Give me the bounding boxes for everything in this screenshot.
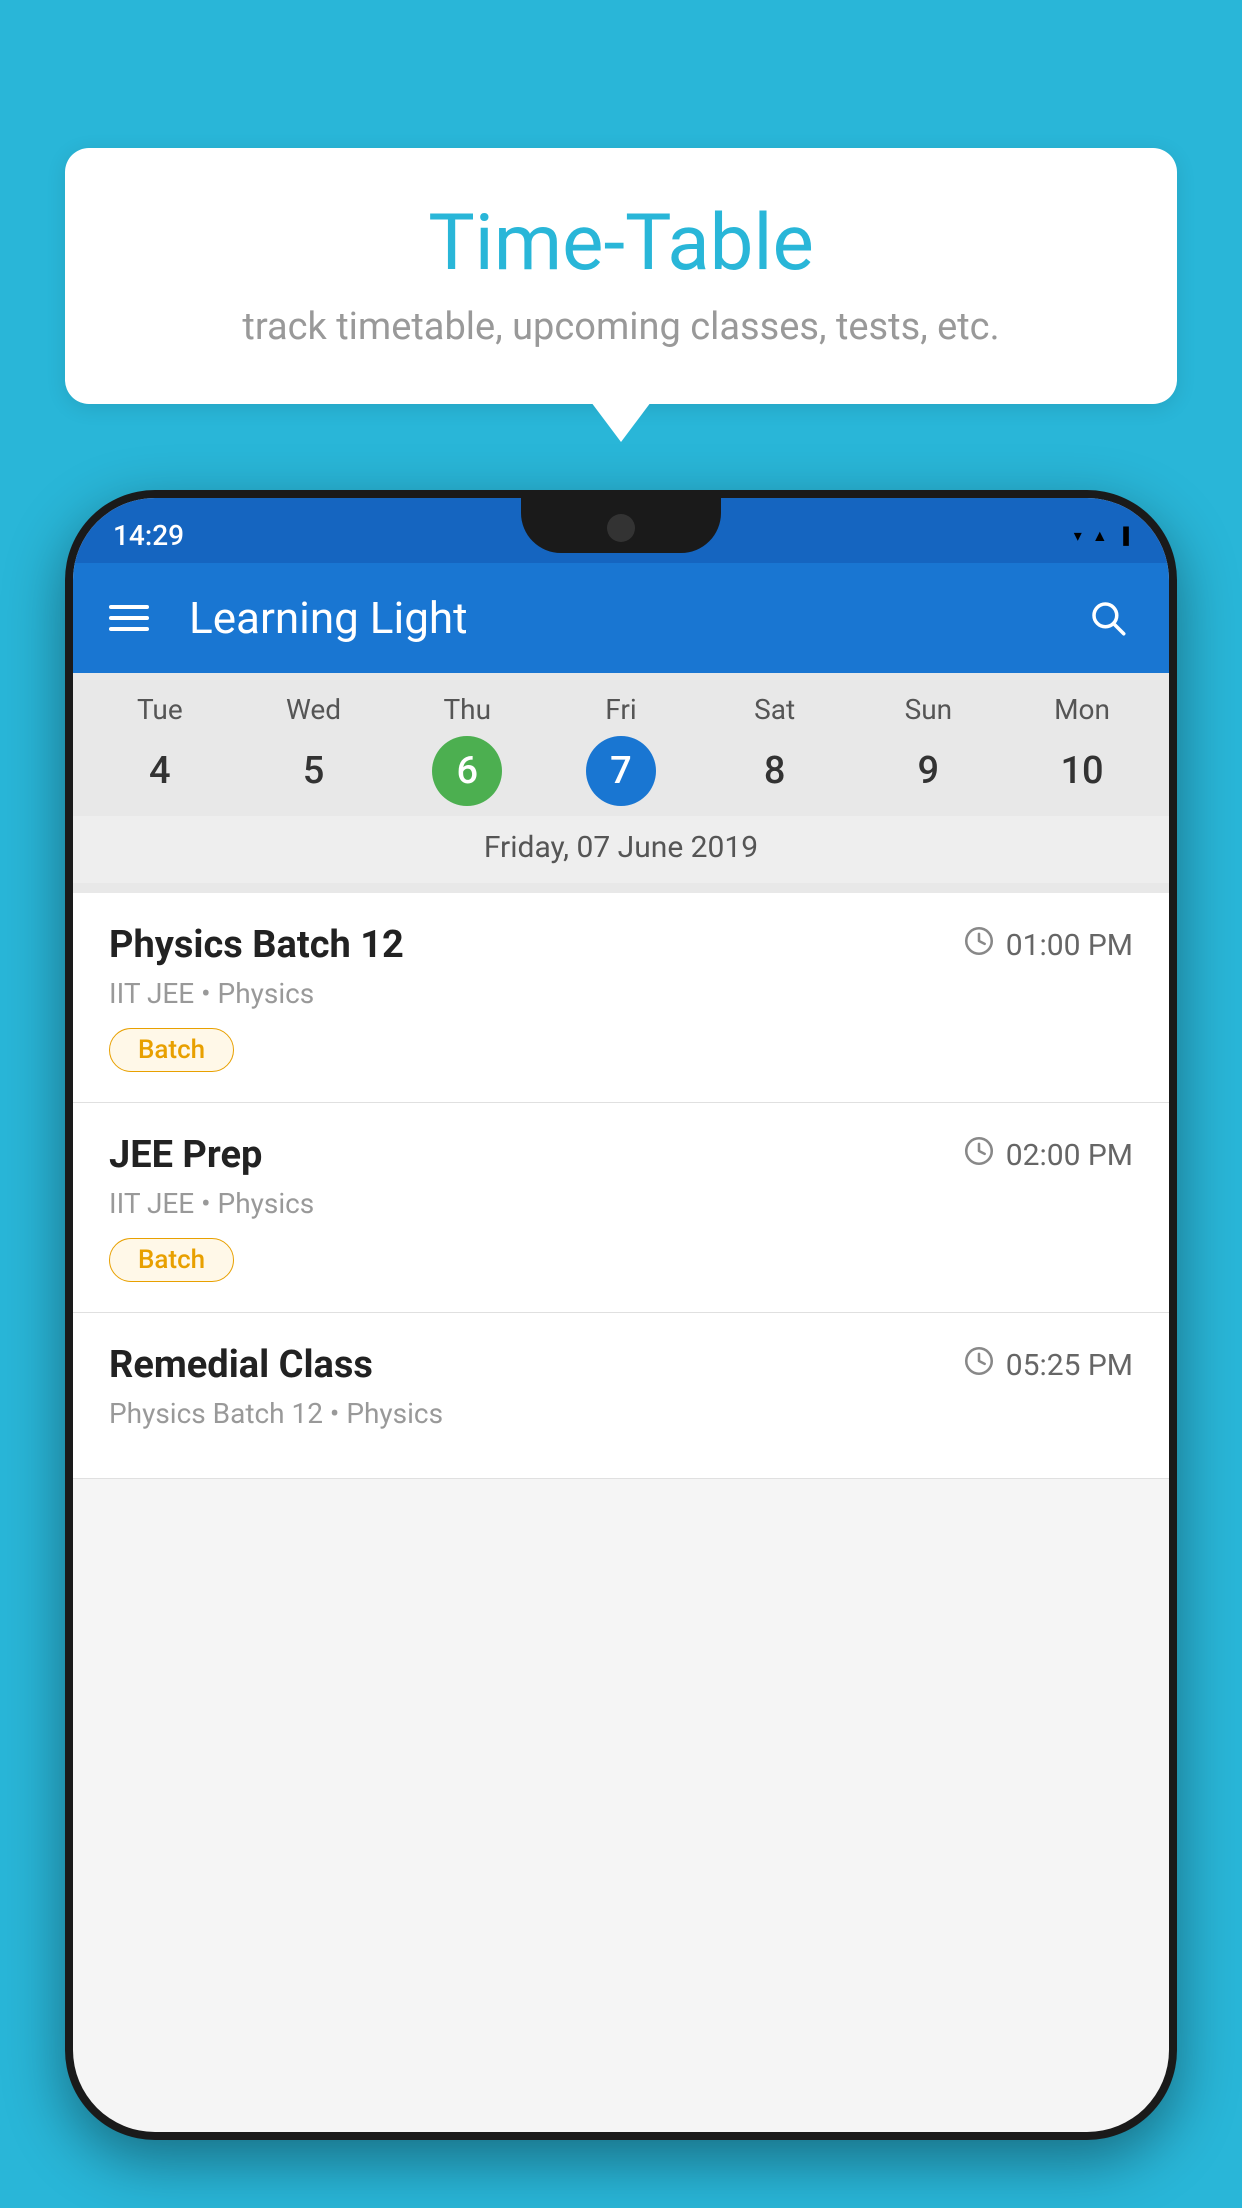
day-name: Sun [905, 693, 953, 726]
status-icons: ▾ ▲ ▐ [1074, 526, 1129, 546]
schedule-item-header: Physics Batch 12 01:00 PM [109, 923, 1133, 967]
schedule-time: 02:00 PM [962, 1134, 1133, 1176]
calendar-day-tue[interactable]: Tue 4 [95, 693, 225, 806]
wifi-icon: ▾ [1074, 526, 1082, 545]
schedule-subtitle: IIT JEE • Physics [109, 1187, 1133, 1220]
schedule-item[interactable]: Remedial Class 05:25 PM Physics Batch 12 •… [73, 1313, 1169, 1479]
status-time: 14:29 [113, 519, 184, 552]
schedule-item-header: JEE Prep 02:00 PM [109, 1133, 1133, 1177]
phone-notch [521, 498, 721, 553]
day-name: Mon [1054, 693, 1110, 726]
batch-badge: Batch [109, 1028, 234, 1072]
clock-icon [962, 1134, 996, 1176]
schedule-subtitle: IIT JEE • Physics [109, 977, 1133, 1010]
day-name: Wed [286, 693, 341, 726]
calendar-day-sat[interactable]: Sat 8 [710, 693, 840, 806]
day-number: 9 [893, 736, 963, 806]
search-button[interactable] [1083, 593, 1133, 643]
tooltip-title: Time-Table [105, 198, 1137, 289]
clock-icon [962, 924, 996, 966]
phone-camera [607, 514, 635, 542]
day-number: 10 [1047, 736, 1117, 806]
calendar-day-fri[interactable]: Fri 7 [556, 693, 686, 806]
day-name: Fri [605, 693, 636, 726]
signal-icon: ▲ [1092, 526, 1108, 546]
day-number: 7 [586, 736, 656, 806]
calendar-strip: Tue 4 Wed 5 Thu 6 Fri 7 Sat 8 Sun 9 Mon 10 Friday, 07… [73, 673, 1169, 893]
day-name: Sat [754, 693, 795, 726]
day-name: Thu [443, 693, 491, 726]
selected-date-label: Friday, 07 June 2019 [73, 816, 1169, 883]
day-name: Tue [137, 693, 183, 726]
hamburger-icon[interactable] [109, 605, 149, 631]
time-text: 01:00 PM [1006, 928, 1133, 963]
calendar-day-wed[interactable]: Wed 5 [249, 693, 379, 806]
tooltip-card: Time-Table track timetable, upcoming cla… [65, 148, 1177, 404]
app-bar: Learning Light [73, 563, 1169, 673]
time-text: 05:25 PM [1006, 1348, 1133, 1383]
battery-icon: ▐ [1118, 526, 1129, 546]
clock-icon [962, 1344, 996, 1386]
phone-outer: 14:29 ▾ ▲ ▐ Learning Light [65, 490, 1177, 2140]
schedule-title: Physics Batch 12 [109, 923, 404, 967]
time-text: 02:00 PM [1006, 1138, 1133, 1173]
schedule-list: Physics Batch 12 01:00 PM IIT JEE • Physic… [73, 893, 1169, 1479]
schedule-item[interactable]: JEE Prep 02:00 PM IIT JEE • Physics Batch [73, 1103, 1169, 1313]
week-days-row: Tue 4 Wed 5 Thu 6 Fri 7 Sat 8 Sun 9 Mon 10 [73, 693, 1169, 806]
tooltip-subtitle: track timetable, upcoming classes, tests… [105, 305, 1137, 349]
calendar-day-sun[interactable]: Sun 9 [863, 693, 993, 806]
schedule-title: Remedial Class [109, 1343, 373, 1387]
phone-mockup: 14:29 ▾ ▲ ▐ Learning Light [65, 490, 1177, 2208]
schedule-time: 05:25 PM [962, 1344, 1133, 1386]
schedule-subtitle: Physics Batch 12 • Physics [109, 1397, 1133, 1430]
phone-screen: 14:29 ▾ ▲ ▐ Learning Light [73, 498, 1169, 2132]
schedule-title: JEE Prep [109, 1133, 262, 1177]
schedule-time: 01:00 PM [962, 924, 1133, 966]
app-title: Learning Light [189, 592, 1053, 644]
day-number: 8 [740, 736, 810, 806]
batch-badge: Batch [109, 1238, 234, 1282]
day-number: 5 [279, 736, 349, 806]
schedule-item-header: Remedial Class 05:25 PM [109, 1343, 1133, 1387]
calendar-day-thu[interactable]: Thu 6 [402, 693, 532, 806]
calendar-day-mon[interactable]: Mon 10 [1017, 693, 1147, 806]
day-number: 4 [125, 736, 195, 806]
day-number: 6 [432, 736, 502, 806]
schedule-item[interactable]: Physics Batch 12 01:00 PM IIT JEE • Physic… [73, 893, 1169, 1103]
